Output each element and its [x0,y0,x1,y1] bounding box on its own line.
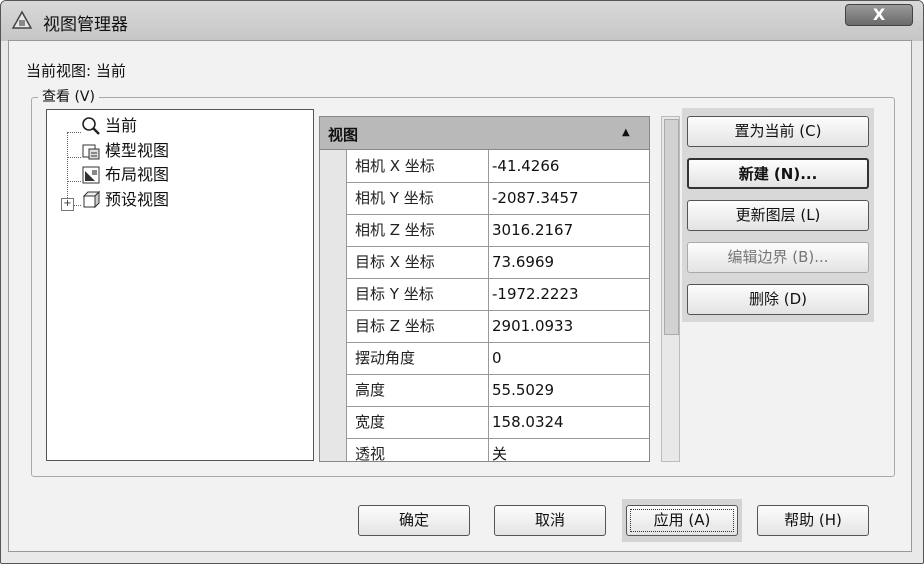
edit-boundaries-button[interactable]: 编辑边界 (B)... [687,242,869,273]
property-name: 高度 [346,374,489,406]
row-gutter [320,374,346,406]
property-value[interactable]: -41.4266 [492,150,649,182]
property-row[interactable]: 相机 Y 坐标 -2087.3457 [320,182,649,215]
row-gutter [320,342,346,374]
app-icon [11,10,33,29]
row-gutter [320,310,346,342]
row-gutter [320,438,346,461]
property-row[interactable]: 相机 X 坐标 -41.4266 [320,150,649,183]
current-view-value: 当前 [95,62,126,80]
property-value[interactable]: 关 [492,438,649,461]
row-gutter [320,406,346,438]
tree-expander[interactable]: + [61,198,74,211]
property-name: 相机 Z 坐标 [346,214,489,246]
update-layers-button[interactable]: 更新图层 (L) [687,200,869,231]
tree-item-current[interactable]: 当前 [105,115,137,137]
row-gutter [320,214,346,246]
property-name: 目标 Z 坐标 [346,310,489,342]
property-row[interactable]: 相机 Z 坐标 3016.2167 [320,214,649,247]
view-properties-grid[interactable]: 视图 ▲ 相机 X 坐标 -41.4266 相机 Y 坐标 -2087.3457… [319,116,650,462]
delete-button[interactable]: 删除 (D) [687,284,869,315]
properties-scrollbar[interactable] [661,116,680,462]
close-button[interactable]: X [845,4,913,26]
new-view-button[interactable]: 新建 (N)... [687,158,869,189]
help-button[interactable]: 帮助 (H) [757,505,869,536]
scrollbar-thumb[interactable] [664,119,679,335]
ok-button[interactable]: 确定 [358,505,470,536]
window-title: 视图管理器 [43,15,128,35]
property-row[interactable]: 摆动角度 0 [320,342,649,375]
property-row[interactable]: 目标 X 坐标 73.6969 [320,246,649,279]
view-tree[interactable]: 当前 模型视图 布局视图 + 预设视图 [46,109,314,461]
property-name: 宽度 [346,406,489,438]
tree-item-model-view[interactable]: 模型视图 [105,140,169,162]
tree-connector [67,132,81,133]
cancel-button[interactable]: 取消 [494,505,606,536]
property-name: 目标 X 坐标 [346,246,489,278]
close-icon: X [872,5,886,24]
row-gutter [320,182,346,214]
property-value[interactable]: 55.5029 [492,374,649,406]
property-name: 透视 [346,438,489,461]
property-row[interactable]: 宽度 158.0324 [320,406,649,439]
layout-view-icon [82,166,100,184]
row-gutter [320,278,346,310]
collapse-up-icon[interactable]: ▲ [622,127,630,138]
property-value[interactable]: -1972.2223 [492,278,649,310]
property-name: 相机 Y 坐标 [346,182,489,214]
property-value[interactable]: 73.6969 [492,246,649,278]
property-value[interactable]: 158.0324 [492,406,649,438]
property-value[interactable]: -2087.3457 [492,182,649,214]
tree-item-preset-view[interactable]: 预设视图 [105,189,169,211]
property-row[interactable]: 目标 Z 坐标 2901.0933 [320,310,649,343]
current-view-caption: 当前视图: [26,62,92,80]
property-row[interactable]: 目标 Y 坐标 -1972.2223 [320,278,649,311]
title-bar[interactable]: 视图管理器 X [1,1,923,41]
view-group-label: 查看 (V) [38,86,99,106]
tree-connector [67,181,81,182]
property-value[interactable]: 2901.0933 [492,310,649,342]
property-value[interactable]: 3016.2167 [492,214,649,246]
row-gutter [320,150,346,182]
property-name: 目标 Y 坐标 [346,278,489,310]
property-row[interactable]: 透视 关 [320,438,649,461]
magnifier-icon [82,117,100,135]
set-current-button[interactable]: 置为当前 (C) [687,116,869,147]
apply-button[interactable]: 应用 (A) [626,505,738,536]
row-gutter [320,246,346,278]
preset-view-icon [82,190,101,209]
properties-header-label: 视图 [328,126,359,144]
property-value[interactable]: 0 [492,342,649,374]
current-view-label: 当前视图: 当前 [26,60,126,81]
property-row[interactable]: 高度 55.5029 [320,374,649,407]
properties-header[interactable]: 视图 ▲ [320,117,649,150]
property-name: 相机 X 坐标 [346,150,489,182]
model-view-icon [82,144,100,160]
property-name: 摆动角度 [346,342,489,374]
tree-connector [67,157,81,158]
tree-item-layout-view[interactable]: 布局视图 [105,164,169,186]
